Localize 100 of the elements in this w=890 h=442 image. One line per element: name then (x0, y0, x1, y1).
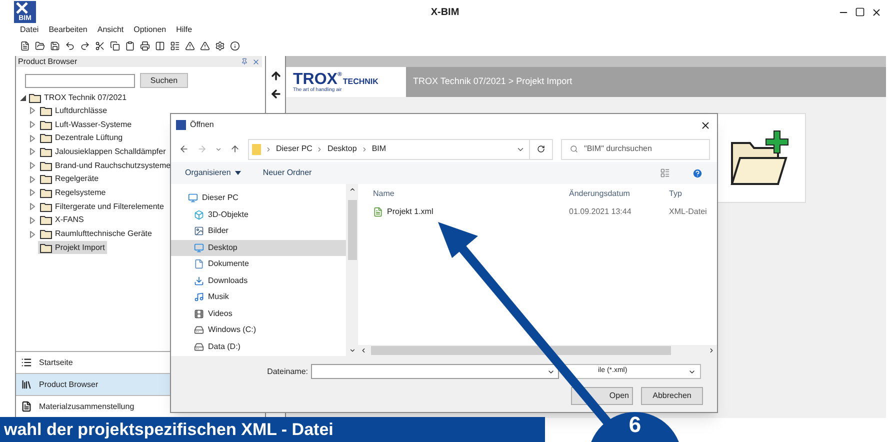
tree-item[interactable]: Luft-Wasser-Systeme (38, 118, 134, 132)
settings-icon[interactable] (215, 41, 225, 51)
picture-icon (194, 226, 204, 236)
books-icon (21, 379, 32, 390)
scroll-right-icon[interactable] (708, 347, 715, 354)
copy-icon[interactable] (110, 41, 120, 51)
panel-title: Product Browser (18, 58, 78, 66)
tree-item[interactable]: Raumlufttechnische Geräte (38, 228, 154, 241)
menu-item[interactable]: Optionen (134, 26, 166, 34)
search-input[interactable]: "BIM" durchsuchen (584, 143, 704, 155)
tree-item[interactable]: Projekt Import (38, 241, 107, 254)
maximize-icon[interactable] (855, 6, 865, 16)
monitor-icon (194, 242, 204, 253)
nav-item[interactable]: Musik (171, 289, 346, 306)
columns-icon[interactable] (155, 41, 165, 51)
drive-icon (194, 342, 204, 352)
warning-icon[interactable] (200, 41, 210, 51)
up-arrow-icon[interactable] (270, 70, 282, 82)
folder-icon (40, 133, 52, 144)
menu-item[interactable]: Datei (20, 26, 39, 34)
file-name[interactable]: Projekt 1.xml (387, 206, 434, 218)
field-label: Dateiname: (266, 366, 309, 378)
help-icon[interactable] (692, 168, 703, 178)
table-cell-text: 01.09.2021 13:44 (568, 206, 632, 218)
new-file-icon[interactable] (20, 41, 30, 51)
column-header[interactable]: Änderungsdatum (563, 188, 663, 200)
dialog-title: Öffnen (190, 119, 214, 131)
table-cell-text: XML-Datei (668, 206, 707, 218)
refresh-button[interactable] (529, 138, 553, 160)
info-icon[interactable] (230, 41, 240, 51)
printer-icon[interactable] (140, 41, 150, 51)
save-icon[interactable] (50, 41, 60, 51)
nav-item[interactable]: Videos (171, 306, 346, 322)
tree-item[interactable]: X-FANS (38, 214, 86, 227)
breadcrumb: TROX Technik 07/2021 > Projekt Import (413, 75, 572, 88)
caret-icon (234, 171, 241, 175)
expand-icon[interactable] (20, 94, 26, 100)
address-bar[interactable]: Dieser PC Desktop BIM (248, 138, 530, 160)
nav-item[interactable]: Windows (C:) (171, 322, 346, 338)
toolbar-button[interactable]: Neuer Ordner (262, 167, 312, 179)
list-icon (21, 357, 32, 368)
toolbar-button[interactable]: Organisieren (185, 167, 241, 179)
cube-icon (194, 210, 204, 220)
download-icon (194, 276, 204, 286)
music-note-icon (194, 292, 204, 302)
scrollbar[interactable] (346, 184, 358, 356)
tree-item[interactable]: Brand-und Rauchschutzsysteme (38, 159, 173, 172)
folder-icon (40, 106, 52, 116)
path-segment[interactable]: BIM (372, 143, 386, 155)
recent-icon[interactable] (215, 146, 222, 152)
close-icon[interactable] (871, 6, 882, 18)
menu-item[interactable]: Ansicht (97, 26, 124, 34)
scroll-up-icon[interactable] (348, 186, 356, 193)
scrollbar[interactable] (358, 345, 717, 356)
nav-item[interactable]: Bilder (171, 223, 346, 240)
column-header[interactable]: Name (358, 188, 563, 200)
up-icon[interactable] (230, 144, 240, 154)
path-segment[interactable]: Dieser PC (276, 143, 312, 155)
tree-item[interactable]: Regelsysteme (38, 186, 108, 200)
undo-icon[interactable] (65, 41, 75, 51)
nav-item[interactable]: 3D-Objekte (171, 206, 346, 223)
dialog-button[interactable]: Abbrechen (641, 387, 703, 405)
caption-banner: wahl der projektspezifischen XML - Datei (0, 417, 545, 442)
tree-item[interactable]: Luftdurchlässe (38, 104, 110, 118)
path-segment[interactable]: Desktop (327, 143, 357, 155)
tree-item[interactable]: Dezentrale Lüftung (38, 132, 125, 145)
pin-icon[interactable] (241, 58, 248, 65)
nav-item[interactable]: Downloads (171, 272, 346, 289)
scroll-down-icon[interactable] (348, 347, 356, 354)
nav-item[interactable]: Dieser PC (171, 190, 346, 206)
tree-item[interactable]: Jalousieklappen Schalldämpfer (38, 145, 168, 158)
folder-icon (40, 188, 52, 198)
tree-item[interactable]: Regelgeräte (38, 172, 101, 186)
redo-icon[interactable] (80, 41, 90, 51)
folder-icon (40, 215, 52, 226)
chevron-icon (316, 146, 324, 152)
nav-item[interactable]: Data (D:) (171, 338, 346, 355)
column-header[interactable]: Typ (663, 188, 682, 200)
view-icon[interactable] (660, 168, 670, 178)
filename-field[interactable] (311, 364, 559, 379)
open-folder-icon[interactable] (35, 41, 45, 51)
back-icon[interactable] (179, 144, 189, 154)
scroll-left-icon[interactable] (360, 347, 367, 354)
menu-item[interactable]: Hilfe (176, 26, 192, 34)
nav-item[interactable]: Desktop (171, 240, 346, 256)
nav-item[interactable]: Dokumente (171, 256, 346, 272)
back-arrow-icon[interactable] (270, 88, 282, 100)
close-icon[interactable] (700, 120, 711, 130)
search-field[interactable] (25, 74, 135, 88)
menu-item[interactable]: Bearbeiten (48, 26, 88, 34)
layout-icon[interactable] (170, 41, 180, 51)
scissors-icon[interactable] (95, 41, 105, 51)
tree-item[interactable]: Filtergerate und Filterelemente (38, 200, 166, 214)
search-button[interactable]: Suchen (140, 73, 188, 88)
clipboard-icon[interactable] (125, 41, 135, 51)
warning-icon[interactable] (185, 41, 195, 51)
tree-item[interactable]: TROX Technik 07/2021 (44, 94, 127, 102)
folder-icon (40, 202, 52, 212)
folder-icon (29, 92, 41, 102)
folder-icon (40, 160, 52, 171)
